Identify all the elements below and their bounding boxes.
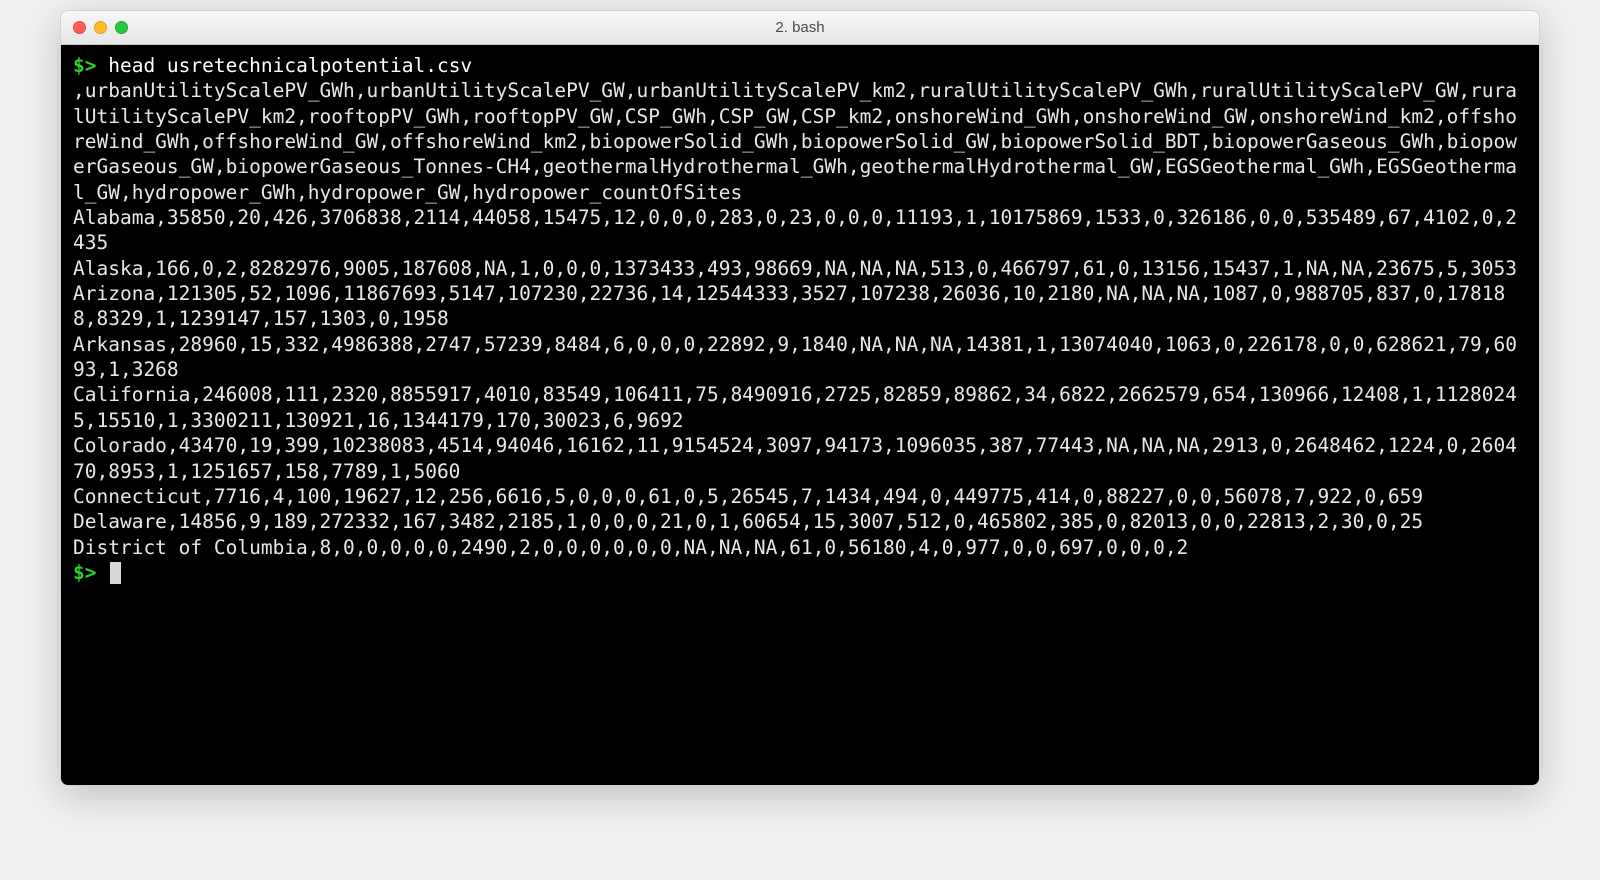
close-button[interactable]	[73, 21, 86, 34]
output-line: Alabama,35850,20,426,3706838,2114,44058,…	[73, 206, 1517, 254]
maximize-button[interactable]	[115, 21, 128, 34]
terminal-window: 2. bash $> head usretechnicalpotential.c…	[60, 10, 1540, 786]
cursor	[110, 562, 121, 584]
terminal-content[interactable]: $> head usretechnicalpotential.csv,urban…	[61, 45, 1539, 785]
window-title: 2. bash	[775, 19, 824, 36]
output-line: California,246008,111,2320,8855917,4010,…	[73, 383, 1517, 431]
output-line: ,urbanUtilityScalePV_GWh,urbanUtilitySca…	[73, 79, 1517, 203]
output-line: Connecticut,7716,4,100,19627,12,256,6616…	[73, 485, 1423, 508]
output-line: Arizona,121305,52,1096,11867693,5147,107…	[73, 282, 1505, 330]
titlebar[interactable]: 2. bash	[61, 11, 1539, 45]
output-line: Delaware,14856,9,189,272332,167,3482,218…	[73, 510, 1423, 533]
output-line: Alaska,166,0,2,8282976,9005,187608,NA,1,…	[73, 257, 1517, 280]
prompt-symbol: $>	[73, 561, 96, 584]
output-line: Arkansas,28960,15,332,4986388,2747,57239…	[73, 333, 1517, 381]
command-input: head usretechnicalpotential.csv	[108, 54, 472, 77]
output-line: District of Columbia,8,0,0,0,0,0,2490,2,…	[73, 536, 1188, 559]
minimize-button[interactable]	[94, 21, 107, 34]
prompt-symbol: $>	[73, 54, 96, 77]
traffic-lights	[73, 21, 128, 34]
output-line: Colorado,43470,19,399,10238083,4514,9404…	[73, 434, 1517, 482]
